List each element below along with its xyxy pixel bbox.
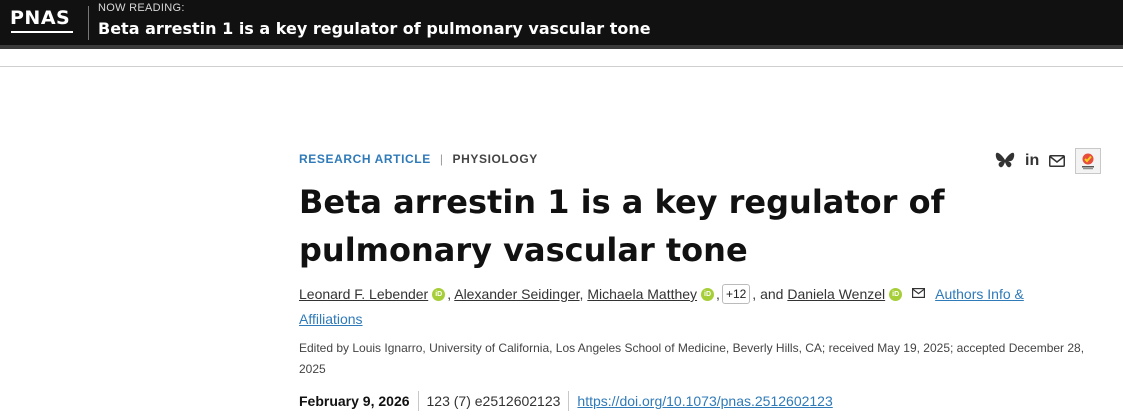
pnas-logo[interactable]: PNAS bbox=[10, 7, 70, 29]
article-subject-tag[interactable]: PHYSIOLOGY bbox=[453, 152, 538, 166]
tag-separator: | bbox=[439, 152, 444, 166]
linkedin-icon[interactable]: in bbox=[1025, 152, 1039, 170]
publication-date: February 9, 2026 bbox=[299, 393, 410, 409]
and-text: , and bbox=[752, 286, 784, 302]
author-link[interactable]: Michaela Matthey bbox=[587, 286, 697, 302]
check-for-updates-icon[interactable] bbox=[1075, 148, 1102, 174]
author-separator: , bbox=[579, 286, 584, 302]
editorial-info: Edited by Louis Ignarro, University of C… bbox=[299, 341, 1085, 376]
now-reading-bar: PNAS NOW READING: Beta arrestin 1 is a k… bbox=[0, 0, 1123, 49]
pub-divider bbox=[417, 391, 419, 411]
article-title: Beta arrestin 1 is a key regulator of pu… bbox=[299, 183, 945, 269]
logo-underline bbox=[11, 31, 73, 33]
author-separator: , bbox=[447, 286, 452, 302]
orcid-icon[interactable]: iD bbox=[701, 288, 715, 301]
author-list: Leonard F. Lebender iD, Alexander Seiding… bbox=[299, 281, 1079, 332]
article-type-tag[interactable]: RESEARCH ARTICLE bbox=[299, 152, 431, 166]
orcid-icon[interactable]: iD bbox=[889, 288, 903, 301]
now-reading-title[interactable]: Beta arrestin 1 is a key regulator of pu… bbox=[98, 19, 651, 38]
email-icon[interactable] bbox=[1049, 155, 1066, 167]
header-divider-line bbox=[0, 66, 1123, 67]
author-link[interactable]: Leonard F. Lebender bbox=[299, 286, 428, 302]
share-toolbar: in bbox=[995, 148, 1102, 174]
author-separator: , bbox=[716, 286, 720, 302]
pub-divider bbox=[568, 391, 570, 411]
author-link[interactable]: Daniela Wenzel bbox=[787, 286, 885, 302]
now-reading-label: NOW READING: bbox=[98, 2, 185, 14]
corresponding-author-email-icon[interactable] bbox=[912, 281, 926, 306]
article-tags: RESEARCH ARTICLE | PHYSIOLOGY bbox=[299, 152, 538, 166]
volume-issue: 123 (7) e2512602123 bbox=[426, 393, 561, 409]
publication-info: February 9, 2026 123 (7) e2512602123 htt… bbox=[299, 391, 833, 411]
doi-link[interactable]: https://doi.org/10.1073/pnas.2512602123 bbox=[577, 393, 832, 409]
bluesky-icon[interactable] bbox=[995, 152, 1015, 170]
more-authors-button[interactable]: +12 bbox=[721, 284, 751, 304]
author-link[interactable]: Alexander Seidinger bbox=[454, 286, 579, 302]
header-divider bbox=[88, 6, 89, 40]
orcid-icon[interactable]: iD bbox=[432, 288, 446, 301]
